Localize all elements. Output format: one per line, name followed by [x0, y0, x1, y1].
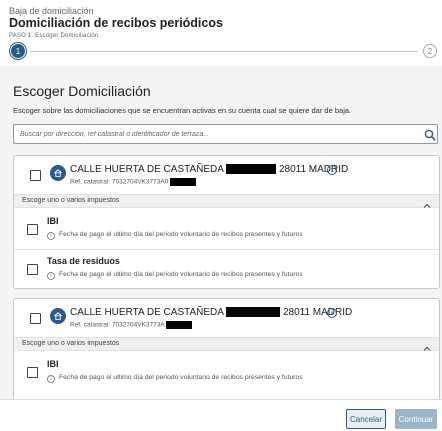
address-street: CALLE HUERTA DE CASTAÑEDA — [70, 307, 224, 318]
info-icon: i — [47, 375, 55, 383]
redacted-block — [166, 321, 193, 329]
section-description: Escoger sobre las domiciliaciones que se… — [13, 106, 352, 115]
page-overline: Baja de domiciliación — [9, 6, 94, 16]
address-checkbox[interactable] — [30, 313, 41, 324]
footer-bar: Cancelar Continuar — [0, 399, 442, 431]
address-checkbox[interactable] — [30, 170, 41, 181]
tax-checkbox-ibi[interactable] — [27, 367, 38, 378]
redacted-block — [170, 178, 197, 186]
tax-option-ibi: IBI i Fecha de pago el ultimo día del pe… — [14, 210, 439, 250]
tax-group-toggle[interactable]: Escoge uno o varios impuestos — [14, 337, 439, 351]
section-title: Escoger Domiciliación — [13, 83, 151, 99]
home-icon — [50, 165, 66, 181]
ref-catastral-text: Ref. catastral: 7032704VK3773A0 — [70, 178, 169, 186]
domiciliation-card: CALLE HUERTA DE CASTAÑEDA 28011 MADRID i… — [13, 155, 440, 289]
step-1-indicator: 1 — [9, 42, 27, 60]
ref-catastral-text: Ref. catastral: 7032704VK3773A — [70, 321, 165, 329]
address-city: 28011 MADRID — [278, 164, 349, 175]
address-text: CALLE HUERTA DE CASTAÑEDA 28011 MADRID — [70, 164, 348, 175]
page-title: Domiciliación de recibos periódicos — [9, 16, 223, 30]
domiciliation-card: CALLE HUERTA DE CASTAÑEDA 28011 MADRID i… — [13, 298, 440, 399]
chevron-up-icon[interactable] — [423, 197, 431, 208]
info-icon: i — [47, 232, 55, 240]
info-icon: i — [47, 272, 55, 280]
tax-name: IBI — [47, 359, 59, 369]
cancel-button[interactable]: Cancelar — [346, 409, 386, 429]
step-2-indicator: 2 — [423, 44, 437, 58]
tax-info: Fecha de pago el ultimo día del periodo … — [59, 231, 303, 238]
tax-checkbox-residuos[interactable] — [27, 264, 38, 275]
tax-group-label: Escoge uno o varios impuestos — [22, 197, 120, 204]
ref-catastral: Ref. catastral: 7032704VK3773A0 — [70, 178, 197, 186]
info-icon[interactable]: i — [327, 308, 337, 318]
card-header: CALLE HUERTA DE CASTAÑEDA 28011 MADRID i… — [14, 156, 439, 196]
tax-checkbox-ibi[interactable] — [27, 224, 38, 235]
tax-group-toggle[interactable]: Escoge uno o varios impuestos — [14, 194, 439, 208]
continue-button[interactable]: Continuar — [395, 409, 437, 429]
address-city: 28011 MADRID — [282, 307, 353, 318]
tax-option-residuos: Tasa de residuos i Fecha de pago el ulti… — [14, 250, 439, 290]
page-header: Baja de domiciliación Domiciliación de r… — [0, 0, 442, 66]
home-icon — [50, 308, 66, 324]
tax-option-ibi: IBI i Fecha de pago el ultimo día del pe… — [14, 353, 439, 393]
tax-info: Fecha de pago el ultimo día del periodo … — [59, 374, 303, 381]
search-box[interactable] — [13, 124, 438, 144]
main-content[interactable]: Escoger Domiciliación Escoger sobre las … — [0, 66, 442, 399]
redacted-block — [226, 307, 281, 318]
redacted-block — [226, 164, 277, 175]
address-street: CALLE HUERTA DE CASTAÑEDA — [70, 164, 224, 175]
tax-info: Fecha de pago el ultimo día del periodo … — [59, 271, 303, 278]
tax-name: IBI — [47, 216, 59, 226]
tax-group-label: Escoge uno o varios impuestos — [22, 340, 120, 347]
stepper-line — [30, 51, 418, 52]
ref-catastral: Ref. catastral: 7032704VK3773A — [70, 321, 193, 329]
step-label: PASO 1. Escoger Domiciliación — [9, 33, 99, 39]
address-text: CALLE HUERTA DE CASTAÑEDA 28011 MADRID — [70, 307, 352, 318]
search-input[interactable] — [20, 125, 416, 143]
search-icon[interactable] — [424, 128, 436, 141]
info-icon[interactable]: i — [327, 165, 337, 175]
chevron-up-icon[interactable] — [423, 340, 431, 351]
tax-name: Tasa de residuos — [47, 256, 120, 266]
card-header: CALLE HUERTA DE CASTAÑEDA 28011 MADRID i… — [14, 299, 439, 339]
